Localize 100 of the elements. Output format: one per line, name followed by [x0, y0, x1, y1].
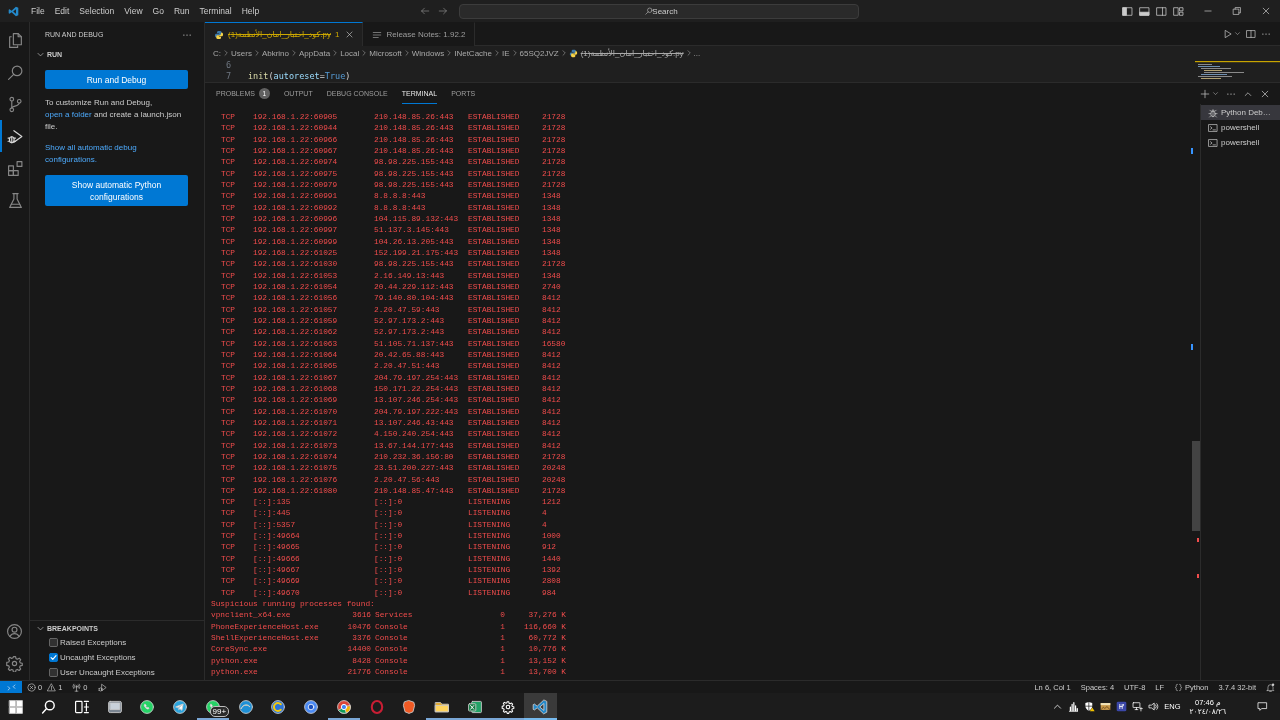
menu-item[interactable]: Go — [147, 4, 169, 18]
breadcrumb-item[interactable]: IE — [502, 48, 510, 58]
checkbox[interactable] — [49, 668, 58, 677]
panel-layout-icon[interactable] — [1139, 5, 1150, 17]
chevron-right-icon — [360, 49, 369, 57]
settings-icon — [499, 698, 516, 715]
breadcrumb-item[interactable]: Users — [231, 48, 252, 58]
browser-icon — [303, 698, 320, 715]
start-icon[interactable] — [8, 698, 25, 715]
branch-icon — [6, 95, 24, 113]
paper-plane-icon — [172, 698, 189, 715]
close-icon[interactable] — [345, 30, 355, 39]
checkbox-label: User Uncaught Exceptions — [60, 668, 155, 677]
search-icon — [645, 7, 653, 15]
play-bug-icon — [6, 127, 24, 145]
chevron-up-icon[interactable] — [1052, 701, 1064, 712]
checkbox-label: Uncaught Exceptions — [60, 653, 136, 662]
chevron-right-icon — [559, 49, 568, 57]
chevron-right-icon — [493, 49, 501, 57]
breadcrumb-item[interactable]: ... — [693, 48, 701, 58]
python-configurations-button[interactable]: Show automatic Python configurations — [45, 175, 188, 206]
editor-tab[interactable]: Release Notes: 1.92.2 — [363, 22, 475, 46]
network-icon[interactable] — [1132, 701, 1144, 712]
list-lines-icon — [372, 29, 383, 40]
run-and-debug-button[interactable]: Run and Debug — [45, 70, 188, 89]
scroll-marker-icon — [1197, 574, 1199, 578]
breadcrumb-item[interactable]: C: — [213, 48, 221, 58]
breadcrumb-item[interactable]: كود_اختبار_امان_الأنظمة(1).py — [568, 48, 684, 58]
chevron-down-icon[interactable] — [1234, 30, 1241, 37]
menu-item[interactable]: Selection — [74, 4, 120, 18]
message-count-badge: 99+ — [209, 706, 230, 717]
app-logo-icon — [8, 5, 19, 17]
breadcrumb-item[interactable]: 65SQ2JVZ — [519, 48, 559, 58]
search-field[interactable]: Search — [459, 3, 859, 19]
open-folder-link[interactable]: open a folder — [45, 110, 92, 119]
menu-item[interactable]: Terminal — [194, 4, 237, 18]
breadcrumb-item[interactable]: Local — [340, 48, 360, 58]
play-bug-icon[interactable] — [97, 682, 107, 692]
task-view-icon[interactable] — [73, 698, 90, 715]
extensions-icon — [6, 159, 24, 177]
phone-bubble-icon — [139, 698, 156, 715]
warning-icon — [47, 682, 57, 692]
menu-item[interactable]: Help — [236, 4, 265, 18]
checkbox[interactable] — [49, 638, 58, 647]
breadcrumb-item[interactable]: INetCache — [454, 48, 492, 58]
line-number: 7 — [224, 71, 231, 82]
chevron-right-icon — [290, 49, 298, 57]
terminal-list-item[interactable]: powershell — [1201, 135, 1280, 150]
close-icon[interactable] — [1260, 6, 1271, 16]
speaker-icon[interactable] — [1148, 701, 1160, 712]
menu-item[interactable]: View — [119, 4, 148, 18]
checkbox[interactable] — [49, 653, 58, 662]
close-icon[interactable] — [1260, 88, 1270, 99]
spreadsheet-icon — [466, 698, 483, 715]
error-icon — [27, 682, 36, 692]
breadcrumb-item[interactable]: AppData — [299, 48, 331, 58]
split-layout-icon[interactable] — [1156, 5, 1167, 17]
plus-icon[interactable] — [1200, 88, 1210, 99]
chevron-right-icon — [445, 49, 454, 57]
layout-grid-icon[interactable] — [1173, 5, 1184, 17]
split-editor-icon[interactable] — [1246, 28, 1256, 39]
line-number: 6 — [224, 60, 231, 71]
bell-icon[interactable] — [1266, 682, 1275, 692]
account-icon[interactable] — [6, 622, 23, 640]
chevron-right-icon — [222, 49, 230, 57]
restore-icon[interactable] — [1231, 6, 1242, 16]
window-app-icon — [106, 698, 123, 715]
debug-configurations-link[interactable]: Show all automatic debug configurations. — [45, 142, 188, 166]
settings-icon[interactable] — [6, 654, 23, 672]
browser-icon — [335, 698, 352, 715]
app-tile-icon[interactable] — [1116, 701, 1128, 712]
play-icon[interactable] — [1223, 28, 1233, 39]
scrollbar-thumb[interactable] — [1192, 441, 1200, 531]
minimap[interactable] — [1195, 60, 1280, 80]
terminal-list-item[interactable]: Python Deb… — [1201, 105, 1280, 120]
breadcrumb-item[interactable]: Abkrino — [261, 48, 289, 58]
bar-chart-icon[interactable] — [1068, 701, 1080, 712]
chevron-down-icon[interactable] — [1212, 90, 1219, 97]
code-editor-icon — [532, 698, 549, 715]
remote-icon — [6, 682, 16, 692]
breadcrumb-item[interactable]: Microsoft — [369, 48, 402, 58]
menu-item[interactable]: Run — [168, 4, 195, 18]
chevron-right-icon — [684, 49, 693, 57]
menu-item[interactable]: File — [26, 4, 50, 18]
forward-arrow-icon[interactable] — [438, 6, 448, 16]
antenna-icon — [72, 682, 82, 692]
sidebar-layout-icon[interactable] — [1122, 5, 1133, 17]
browser-icon — [270, 698, 287, 715]
menu-item[interactable]: Edit — [49, 4, 75, 18]
shield-warning-icon[interactable] — [1084, 701, 1096, 712]
remote-button[interactable] — [0, 680, 22, 694]
checkbox-label: Raised Exceptions — [60, 638, 127, 647]
terminal-list-item[interactable]: powershell — [1201, 120, 1280, 135]
files-icon — [6, 31, 24, 49]
picture-icon[interactable] — [1100, 701, 1112, 712]
notification-icon[interactable] — [1257, 701, 1268, 712]
search-icon[interactable] — [41, 698, 58, 715]
terminal-icon — [1208, 122, 1218, 133]
taskbar-app[interactable]: 99+ — [196, 693, 230, 720]
breadcrumb-item[interactable]: Windows — [411, 48, 445, 58]
